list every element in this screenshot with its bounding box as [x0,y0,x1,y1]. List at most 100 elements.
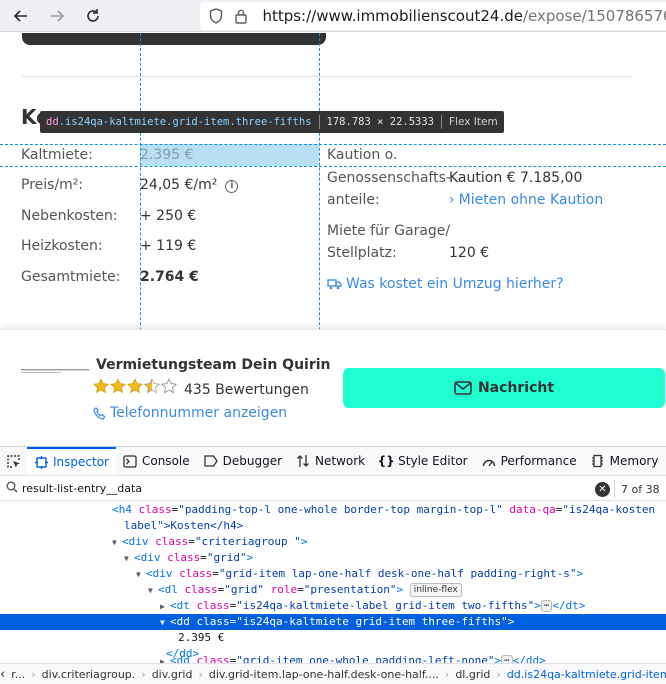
mieten-ohne-kaution-link[interactable]: › Mieten ohne Kaution [449,192,603,208]
back-button[interactable] [8,3,34,29]
markup-line[interactable]: ▶ <dt class="is24qa-kaltmiete-label grid-… [0,598,666,614]
url-bar[interactable]: https://www.immobilienscout24.de/expose/… [200,2,666,30]
browser-toolbar: https://www.immobilienscout24.de/expose/… [0,0,666,32]
gesamtmiete-label: Gesamtmiete: [21,269,121,285]
expand-twisty-icon[interactable]: ▼ [160,615,170,631]
memory-icon [591,454,605,468]
markup-line[interactable]: 2.395 € [0,630,666,646]
umzug-link[interactable]: Was kostet ein Umzug hierher? [327,276,564,292]
phone-link[interactable]: Telefonnummer anzeigen [93,405,287,421]
inspector-icon [34,455,48,469]
star-icon [93,378,109,394]
breadcrumb-item[interactable]: div.criteriagroup. [36,668,142,681]
tab-console[interactable]: Console [116,447,197,475]
reload-icon [87,9,99,22]
markup-line-selected[interactable]: ▼ <dd class="is24qa-kaltmiete grid-item t… [0,614,666,630]
reload-button[interactable] [80,3,106,29]
tab-debugger-label: Debugger [222,454,283,468]
genossenschaft-label: Genossenschafts- [327,170,451,186]
collapse-twisty-icon[interactable]: ▶ [160,599,170,615]
kaltmiete-label: Kaltmiete: [21,147,93,163]
element-picker-button[interactable] [0,447,27,475]
console-icon [123,454,137,468]
markup-line[interactable]: ▼ <div class="criteriagroup "> [0,534,666,550]
heizkosten-label: Heizkosten: [21,238,103,254]
agent-name: Vermietungsteam Dein Quirin [96,357,331,373]
tab-debugger[interactable]: Debugger [197,447,289,475]
markup-attr: class [167,551,201,564]
breadcrumb-item[interactable]: dl.grid [449,668,496,681]
tab-performance[interactable]: Performance [475,447,584,475]
markup-attr: class [138,503,172,516]
lock-icon[interactable] [231,6,250,26]
expand-twisty-icon[interactable]: ▼ [148,583,158,599]
garage-label: Miete für Garage/ [327,223,451,239]
tab-memory[interactable]: Memory [584,447,666,475]
chevron-right-icon: › [449,192,455,208]
guide-line-top [0,144,666,145]
expand-twisty-icon[interactable]: ▼ [136,567,146,583]
markup-attr-value: "is24qa-kaltmiete grid-item three-fifths… [236,615,508,628]
star-icon [110,378,126,394]
match-count: 7 of 38 [614,480,660,498]
markup-line[interactable]: ▼ <div class="grid"> [0,550,666,566]
info-icon[interactable]: i [225,179,239,193]
markup-line[interactable]: ▼ <div class="grid-item lap-one-half desk… [0,566,666,582]
tracking-protection-icon[interactable] [206,6,225,26]
mieten-ohne-kaution-text: Mieten ohne Kaution [458,192,604,208]
umzug-text: Was kostet ein Umzug hierher? [346,276,564,292]
nebenkosten-label: Nebenkosten: [21,208,118,224]
markup-attr-value: "is24qa-kosten [562,503,656,516]
markup-text: label">Kosten</h4> [124,519,244,532]
clear-search-icon[interactable]: ✕ [595,482,610,497]
ellipsis-icon[interactable]: ⋯ [540,600,553,612]
markup-attr: role [270,583,298,596]
tooltip-separator [318,115,320,129]
markup-attr-value: "grid-item lap-one-half desk-one-half pa… [218,567,577,580]
expand-twisty-icon[interactable]: ▼ [112,535,122,551]
section-divider [22,76,633,77]
guide-line-bottom [0,166,666,167]
markup-tag: dd [176,615,190,628]
url-path: /expose/150786570?r [522,7,666,25]
inspector-tooltip: dd .is24qa-kaltmiete.grid-item.three-fift… [40,111,504,133]
markup-tag: dt [176,599,190,612]
garage-value: 120 € [449,245,490,261]
tab-memory-label: Memory [609,454,659,468]
star-icon [127,378,143,394]
tab-network[interactable]: Network [289,447,372,475]
markup-attr: class [155,535,189,548]
message-button[interactable]: Nachricht [343,368,665,408]
markup-tag: div [152,567,173,580]
tooltip-dimensions: 178.783 × 22.5333 [326,116,434,128]
forward-button[interactable] [44,3,70,29]
element-picker-icon [7,454,20,468]
markup-attr-value: "padding-top-l one-whole border-top marg… [178,503,503,516]
markup-line[interactable]: label">Kosten</h4> [0,518,666,534]
back-arrow-icon [13,10,27,22]
breadcrumb-item[interactable]: r... [5,668,31,681]
tab-style-editor[interactable]: {} Style Editor [372,447,474,475]
breadcrumb-item-current[interactable]: dd.is24qa-kaltmiete.grid-item.three [501,668,666,681]
phone-link-text: Telefonnummer anzeigen [110,405,288,421]
inline-flex-badge[interactable]: inline-flex [409,583,462,597]
contact-bar: Vermietungsteam Dein Quirin 435 Bewertun… [0,329,666,445]
markup-attr-value: "presentation" [303,583,397,596]
devtools-panel: Inspector Console Debugger Network {} St… [0,446,666,684]
url-domain: https://www.immobilienscout24.de [262,7,523,25]
tooltip-flex-badge: Flex Item [449,116,498,128]
markup-line[interactable]: ▼ <dl class="grid" role="presentation"> i… [0,582,666,598]
preis-qm-value: 24,05 €/m² i [140,177,239,193]
search-icon [6,481,20,496]
rating-stars [93,378,179,401]
markup-text: 2.395 € [178,631,225,644]
heizkosten-value: + 119 € [140,238,197,254]
devtools-tabbar: Inspector Console Debugger Network {} St… [0,447,666,476]
inspector-search-input[interactable] [22,482,582,495]
expand-twisty-icon[interactable]: ▼ [124,551,134,567]
breadcrumb-item[interactable]: div.grid [146,668,199,681]
breadcrumb-item[interactable]: div.grid-item.lap-one-half.desk-one-half… [203,668,445,681]
tab-inspector[interactable]: Inspector [27,447,116,475]
markup-line[interactable]: <h4 class="padding-top-l one-whole borde… [0,502,666,518]
preis-qm-text: 24,05 €/m² [140,177,218,193]
